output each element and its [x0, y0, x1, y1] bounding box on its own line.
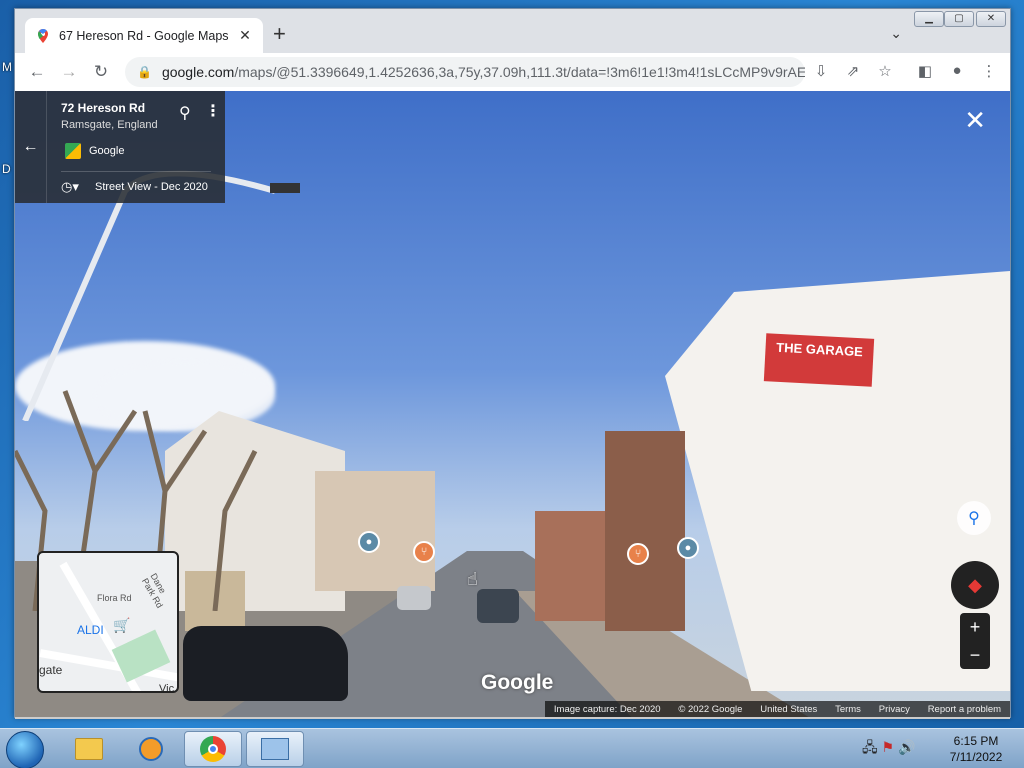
moving-car: [477, 589, 519, 623]
zoom-out-button[interactable]: −: [960, 641, 990, 669]
menu-kebab-icon[interactable]: ⋮: [979, 62, 999, 80]
share-icon[interactable]: ⇗: [843, 62, 863, 80]
left-house: [315, 471, 435, 591]
locality-text: Ramsgate, England: [61, 119, 158, 131]
map-label: Flora Rd: [97, 593, 132, 603]
tab-close-icon[interactable]: ✕: [237, 27, 253, 44]
map-label: Dane Park Rd: [139, 571, 168, 610]
url-text: google.com/maps/@51.3396649,1.4252636,3a…: [162, 64, 805, 80]
shopping-cart-icon: 🛒: [113, 617, 131, 633]
parked-car: [183, 626, 348, 701]
maximize-button[interactable]: ▢: [944, 11, 974, 27]
more-options-icon[interactable]: ⋮: [205, 101, 221, 121]
url-path: /maps/@51.3396649,1.4252636,3a,75y,37.09…: [234, 64, 805, 80]
bookmark-star-icon[interactable]: ☆: [875, 62, 895, 80]
close-street-view-icon[interactable]: ✕: [964, 107, 986, 133]
image-capture-date: Image capture: Dec 2020: [553, 703, 661, 715]
back-arrow-icon[interactable]: ←: [21, 56, 53, 88]
minimize-button[interactable]: ▁: [914, 11, 944, 27]
address-bar[interactable]: 🔒 google.com/maps/@51.3396649,1.4252636,…: [125, 57, 805, 87]
street-view-panorama[interactable]: THE GARAGE ● ⑂ ⑂ ● ← 72 Hereson Rd Ramsg…: [15, 91, 1010, 717]
the-garage-building: [665, 271, 1010, 691]
side-panel-icon[interactable]: ◧: [915, 62, 935, 80]
copyright-text: © 2022 Google: [678, 703, 743, 715]
location-pin-icon[interactable]: ⚲: [179, 103, 191, 123]
map-label: Vic: [159, 683, 175, 693]
privacy-link[interactable]: Privacy: [879, 704, 910, 715]
back-arrow-icon[interactable]: ←: [15, 91, 47, 203]
forward-arrow-icon[interactable]: →: [53, 56, 85, 88]
restaurant-marker-icon[interactable]: ⑂: [413, 541, 435, 563]
minimap[interactable]: Dane Park Rd Flora Rd ALDI 🛒 gate Vic: [37, 551, 179, 693]
address-title: 72 Hereson Rd: [61, 101, 146, 115]
location-info-card: ← 72 Hereson Rd Ramsgate, England ⚲ ⋮ Go…: [15, 91, 225, 203]
google-logo: Google: [481, 671, 554, 694]
start-button[interactable]: [6, 731, 44, 768]
desktop-icon-label: M: [2, 60, 12, 74]
brick-house: [605, 431, 685, 631]
browser-window: 67 Hereson Rd - Google Maps ✕ + ⌄ ▁ ▢ ✕ …: [14, 8, 1011, 719]
control-panel-taskbar-icon[interactable]: [246, 731, 304, 767]
map-label: gate: [39, 663, 63, 677]
taskbar: 🖧 ⚑ 🔊 6:15 PM 7/11/2022: [0, 728, 1024, 768]
brick-house: [535, 511, 605, 621]
horizontal-scrollbar[interactable]: [15, 717, 1010, 719]
report-problem-link[interactable]: Report a problem: [928, 704, 1001, 715]
zoom-in-button[interactable]: +: [960, 613, 990, 641]
profile-avatar-icon[interactable]: ●: [947, 62, 967, 79]
place-marker-icon[interactable]: ●: [358, 531, 380, 553]
explorer-taskbar-icon[interactable]: [60, 731, 118, 767]
region-link[interactable]: United States: [760, 704, 817, 715]
imagery-source: Google: [89, 145, 125, 157]
desktop-icon-label: D: [2, 162, 11, 176]
terms-link[interactable]: Terms: [835, 704, 861, 715]
tab-title: 67 Hereson Rd - Google Maps: [59, 28, 229, 43]
system-tray: 🖧 ⚑ 🔊: [862, 737, 915, 761]
place-marker-icon[interactable]: ●: [677, 537, 699, 559]
url-host: google.com: [161, 64, 235, 80]
clock-time: 6:15 PM: [953, 734, 999, 748]
parked-car: [397, 586, 431, 610]
hand-cursor-icon: ☝: [467, 569, 478, 589]
close-window-button[interactable]: ✕: [976, 11, 1006, 27]
clock[interactable]: 6:15 PM 7/11/2022: [936, 733, 1016, 765]
pegman-icon[interactable]: ⚲: [957, 501, 991, 535]
volume-icon[interactable]: 🔊: [898, 739, 915, 755]
action-center-flag-icon[interactable]: ⚑: [882, 739, 895, 755]
install-app-icon[interactable]: ⇩: [811, 62, 831, 80]
attribution-bar: Image capture: Dec 2020 © 2022 Google Un…: [545, 701, 1010, 717]
map-label: ALDI: [77, 623, 104, 637]
browser-toolbar: ← → ↻ 🔒 google.com/maps/@51.3396649,1.42…: [15, 53, 1010, 91]
new-tab-button[interactable]: +: [273, 23, 286, 45]
tab-search-icon[interactable]: ⌄: [890, 25, 902, 42]
google-maps-icon: [65, 143, 81, 159]
clock-date: 7/11/2022: [949, 750, 1003, 764]
restaurant-marker-icon[interactable]: ⑂: [627, 543, 649, 565]
street-view-date[interactable]: Street View - Dec 2020: [95, 181, 208, 193]
tab-strip: 67 Hereson Rd - Google Maps ✕ + ⌄ ▁ ▢ ✕: [15, 9, 1010, 53]
history-clock-icon[interactable]: ◷▾: [61, 179, 79, 195]
google-maps-favicon-icon: [38, 28, 48, 43]
compass-icon[interactable]: ◆: [951, 561, 999, 609]
garage-sign: THE GARAGE: [763, 333, 875, 387]
media-player-taskbar-icon[interactable]: [122, 731, 180, 767]
chrome-taskbar-icon[interactable]: [184, 731, 242, 767]
network-icon[interactable]: 🖧: [862, 739, 878, 755]
lock-icon: 🔒: [137, 65, 152, 79]
divider: [61, 171, 211, 172]
reload-icon[interactable]: ↻: [85, 56, 117, 88]
browser-tab[interactable]: 67 Hereson Rd - Google Maps ✕: [25, 18, 263, 53]
